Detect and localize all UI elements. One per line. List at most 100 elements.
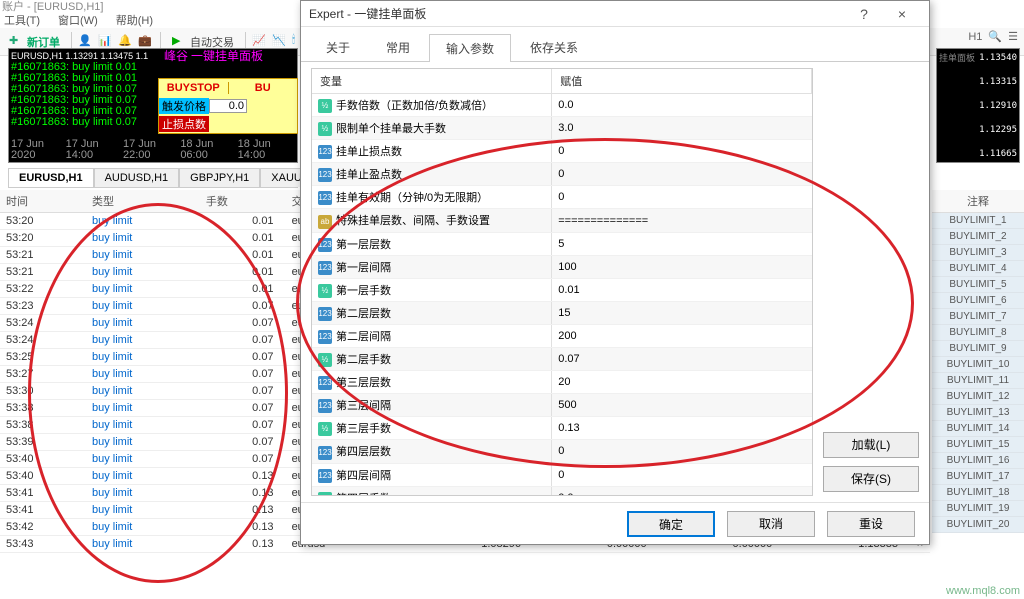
- param-row[interactable]: 123挂单止盈点数0: [312, 163, 812, 186]
- watermark: www.mql8.com: [946, 585, 1020, 597]
- dialog-titlebar[interactable]: Expert - 一键挂单面板 ? ×: [301, 1, 929, 27]
- param-type-icon: 123: [318, 191, 332, 205]
- param-type-icon: 123: [318, 145, 332, 159]
- param-col-var[interactable]: 变量: [312, 69, 552, 94]
- param-type-icon: ½: [318, 353, 332, 367]
- param-type-icon: 123: [318, 261, 332, 275]
- comment-cell[interactable]: BUYLIMIT_17: [932, 469, 1024, 485]
- col-lots[interactable]: 手数: [200, 190, 286, 213]
- menu-help[interactable]: 帮助(H): [116, 12, 153, 26]
- param-row[interactable]: 123第二层层数15: [312, 301, 812, 324]
- param-type-icon: ab: [318, 215, 332, 229]
- zoom-in-icon[interactable]: 🔍: [988, 30, 1002, 43]
- comment-cell[interactable]: BUYLIMIT_18: [932, 485, 1024, 501]
- load-button[interactable]: 加载(L): [823, 432, 919, 458]
- mini-chart[interactable]: 1.135401.133151.129101.122951.11665 挂单面板: [936, 48, 1020, 163]
- dialog-side-buttons: 加载(L) 保存(S): [823, 68, 919, 496]
- param-row[interactable]: ½手数倍数（正数加倍/负数减倍）0.0: [312, 94, 812, 117]
- axis-label: 17 Jun 22:00: [123, 139, 180, 161]
- reset-button[interactable]: 重设: [827, 511, 915, 537]
- dialog-tab[interactable]: 依存关系: [513, 33, 595, 61]
- dialog-tab[interactable]: 输入参数: [429, 34, 511, 62]
- symbol-tab[interactable]: AUDUSD,H1: [94, 168, 180, 187]
- param-col-val[interactable]: 赋值: [552, 69, 812, 94]
- symbol-tab[interactable]: EURUSD,H1: [8, 168, 94, 187]
- comment-cell[interactable]: BUYLIMIT_4: [932, 261, 1024, 277]
- mini-chart-title: 挂单面板: [939, 51, 975, 64]
- bu-button[interactable]: BU: [228, 82, 298, 94]
- comment-cell[interactable]: BUYLIMIT_7: [932, 309, 1024, 325]
- save-button[interactable]: 保存(S): [823, 466, 919, 492]
- dialog-title: Expert - 一键挂单面板: [309, 5, 845, 22]
- mini-price-label: 1.13315: [979, 77, 1017, 87]
- stoploss-label: 止损点数: [159, 116, 209, 132]
- dialog-footer: 确定 取消 重设: [301, 502, 929, 544]
- list-icon[interactable]: ☰: [1008, 30, 1018, 43]
- comment-cell[interactable]: BUYLIMIT_9: [932, 341, 1024, 357]
- comment-cell[interactable]: BUYLIMIT_11: [932, 373, 1024, 389]
- param-row[interactable]: ½第二层手数0.07: [312, 348, 812, 371]
- param-row[interactable]: 123第四层间隔0: [312, 463, 812, 486]
- mini-price-label: 1.13540: [979, 53, 1017, 63]
- param-type-icon: ½: [318, 284, 332, 298]
- comment-cell[interactable]: BUYLIMIT_12: [932, 389, 1024, 405]
- order-panel: BUYSTOP BU 触发价格 0.0 止损点数: [158, 78, 298, 134]
- comment-cell[interactable]: BUYLIMIT_8: [932, 325, 1024, 341]
- param-type-icon: ½: [318, 492, 332, 496]
- comment-cell[interactable]: BUYLIMIT_16: [932, 453, 1024, 469]
- param-row[interactable]: 123第二层间隔200: [312, 324, 812, 347]
- param-row[interactable]: 123挂单有效期（分钟/0为无限期）0: [312, 186, 812, 209]
- trigger-price-input[interactable]: 0.0: [209, 99, 247, 113]
- param-row[interactable]: ab特殊挂单层数、间隔、手数设置==============: [312, 209, 812, 232]
- comment-cell[interactable]: BUYLIMIT_19: [932, 501, 1024, 517]
- expert-dialog: Expert - 一键挂单面板 ? × 关于常用输入参数依存关系 变量 赋值 ½…: [300, 0, 930, 545]
- dialog-tab[interactable]: 关于: [309, 33, 367, 61]
- param-type-icon: 123: [318, 238, 332, 252]
- menu-tools[interactable]: 工具(T): [4, 12, 40, 26]
- timeframe-label[interactable]: H1: [968, 31, 982, 43]
- param-row[interactable]: 123第三层层数20: [312, 371, 812, 394]
- ok-button[interactable]: 确定: [627, 511, 715, 537]
- cancel-button[interactable]: 取消: [727, 511, 815, 537]
- comment-cell[interactable]: BUYLIMIT_10: [932, 357, 1024, 373]
- col-time[interactable]: 时间: [0, 190, 86, 213]
- param-row[interactable]: 123第四层层数0: [312, 440, 812, 463]
- param-type-icon: 123: [318, 307, 332, 321]
- param-type-icon: 123: [318, 446, 332, 460]
- param-row[interactable]: 123第一层层数5: [312, 232, 812, 255]
- comment-column: 注释 BUYLIMIT_1BUYLIMIT_2BUYLIMIT_3BUYLIMI…: [932, 190, 1024, 533]
- axis-label: 17 Jun 14:00: [66, 139, 123, 161]
- param-row[interactable]: 123挂单止损点数0: [312, 140, 812, 163]
- comment-cell[interactable]: BUYLIMIT_14: [932, 421, 1024, 437]
- buystop-button[interactable]: BUYSTOP: [159, 82, 228, 94]
- mini-price-label: 1.11665: [979, 149, 1017, 159]
- comment-cell[interactable]: BUYLIMIT_6: [932, 293, 1024, 309]
- dialog-close-button[interactable]: ×: [883, 2, 921, 26]
- param-row[interactable]: 123第一层间隔100: [312, 255, 812, 278]
- param-row[interactable]: ½限制单个挂单最大手数3.0: [312, 117, 812, 140]
- menu-window[interactable]: 窗口(W): [58, 12, 98, 26]
- comment-cell[interactable]: BUYLIMIT_15: [932, 437, 1024, 453]
- comment-cell[interactable]: BUYLIMIT_1: [932, 213, 1024, 229]
- symbol-tab[interactable]: GBPJPY,H1: [179, 168, 260, 187]
- param-type-icon: ½: [318, 122, 332, 136]
- col-type[interactable]: 类型: [86, 190, 200, 213]
- axis-label: 17 Jun 2020: [11, 139, 66, 161]
- dialog-tab[interactable]: 常用: [369, 33, 427, 61]
- param-row[interactable]: ½第三层手数0.13: [312, 417, 812, 440]
- comment-cell[interactable]: BUYLIMIT_13: [932, 405, 1024, 421]
- comment-cell[interactable]: BUYLIMIT_20: [932, 517, 1024, 533]
- param-table-wrap[interactable]: 变量 赋值 ½手数倍数（正数加倍/负数减倍）0.0½限制单个挂单最大手数3.01…: [311, 68, 813, 496]
- param-type-icon: ½: [318, 99, 332, 113]
- top-right-tools: H1 🔍 ☰: [968, 30, 1018, 43]
- param-row[interactable]: ½第四层手数0.0: [312, 486, 812, 496]
- param-type-icon: 123: [318, 399, 332, 413]
- comment-cell[interactable]: BUYLIMIT_3: [932, 245, 1024, 261]
- param-row[interactable]: ½第一层手数0.01: [312, 278, 812, 301]
- param-row[interactable]: 123第三层间隔500: [312, 394, 812, 417]
- comment-cell[interactable]: BUYLIMIT_2: [932, 229, 1024, 245]
- symbol-tabs: EURUSD,H1AUDUSD,H1GBPJPY,H1XAUU: [8, 168, 298, 188]
- comment-header[interactable]: 注释: [932, 190, 1024, 213]
- dialog-help-button[interactable]: ?: [845, 2, 883, 26]
- comment-cell[interactable]: BUYLIMIT_5: [932, 277, 1024, 293]
